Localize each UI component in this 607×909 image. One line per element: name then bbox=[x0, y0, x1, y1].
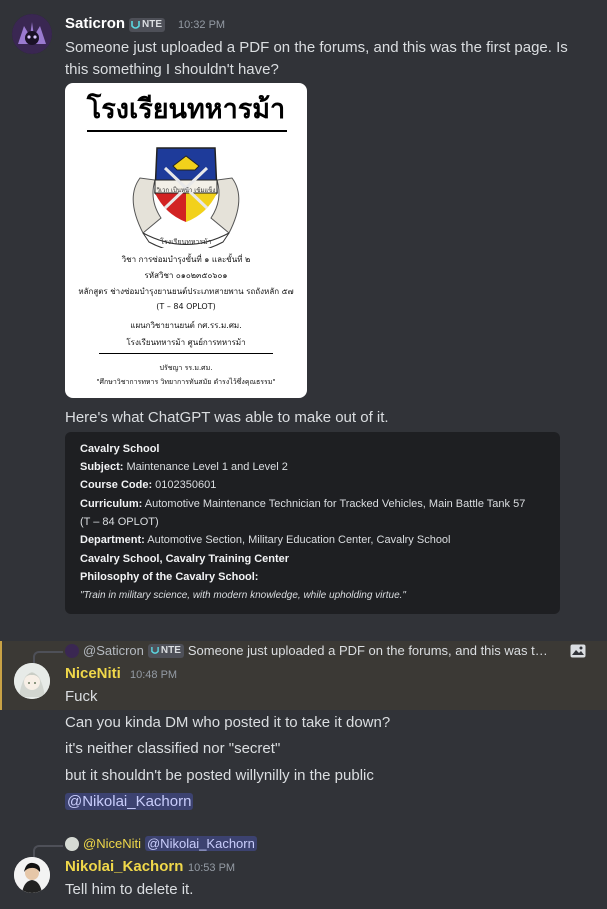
code-line: "Train in military science, with modern … bbox=[80, 590, 406, 601]
code-line-bold: Cavalry School bbox=[80, 443, 160, 455]
doc-line: แผนกวิชายานยนต์ กศ.รร.ม.ศม. bbox=[130, 321, 242, 330]
timestamp[interactable]: 10:32 PM bbox=[178, 19, 225, 31]
avatar-nikolai[interactable] bbox=[14, 857, 50, 893]
author-name[interactable]: Saticron bbox=[65, 15, 125, 32]
image-icon bbox=[570, 644, 586, 658]
message-line: it's neither classified nor "secret" bbox=[65, 740, 281, 757]
doc-line: วิชา การซ่อมบำรุงขั้นที่ ๑ และขั้นที่ ๒ bbox=[121, 255, 251, 264]
code-line: Department: Automotive Section, Military… bbox=[80, 534, 451, 546]
reply-badge: NTE bbox=[147, 643, 184, 658]
doc-title: โรงเรียนทหารม้า bbox=[86, 94, 286, 125]
user-mention[interactable]: @Nikolai_Kachorn bbox=[65, 793, 194, 810]
doc-line: "ศึกษาวิชาการทหาร วิทยาการทันสมัย ดำรงไว… bbox=[96, 378, 276, 386]
badge-label: NTE bbox=[142, 19, 162, 30]
doc-line: ปรัชญา รร.ม.ศม. bbox=[159, 364, 213, 372]
code-line: Course Code: 0102350601 bbox=[80, 479, 216, 491]
message-line: @Nikolai_Kachorn bbox=[65, 791, 194, 813]
code-line-text: (T – 84 OPLOT) bbox=[80, 516, 159, 528]
timestamp[interactable]: 10:53 PM bbox=[188, 862, 235, 874]
tag-icon bbox=[151, 646, 159, 654]
reply-avatar bbox=[65, 836, 79, 851]
code-block[interactable]: Cavalry School Subject: Maintenance Leve… bbox=[65, 432, 560, 614]
reply-author[interactable]: @Saticron bbox=[83, 643, 144, 658]
code-line: (T – 84 OPLOT) bbox=[80, 516, 159, 528]
avatar-niceniti[interactable] bbox=[14, 663, 50, 699]
code-line-bold: Curriculum: bbox=[80, 498, 143, 510]
doc-line: (T – 84 OPLOT) bbox=[156, 302, 216, 311]
doc-rule bbox=[99, 353, 273, 354]
reply-spine bbox=[33, 845, 63, 857]
server-tag-badge[interactable]: NTE bbox=[129, 18, 165, 32]
code-line-text: Maintenance Level 1 and Level 2 bbox=[123, 461, 288, 473]
message-line: but it shouldn't be posted willynilly in… bbox=[65, 767, 374, 784]
code-line: Cavalry School bbox=[80, 443, 159, 455]
reply-spine bbox=[33, 651, 63, 663]
doc-rule bbox=[87, 130, 287, 132]
code-line-bold: Course Code: bbox=[80, 479, 153, 491]
code-line-bold: Department: bbox=[80, 534, 145, 546]
message-line: this something I shouldn't have? bbox=[65, 61, 279, 78]
code-line-bold: Cavalry School, Cavalry Training Center bbox=[80, 553, 290, 565]
code-line: Subject: Maintenance Level 1 and Level 2 bbox=[80, 461, 288, 473]
code-line: Cavalry School, Cavalry Training Center bbox=[80, 553, 289, 565]
message-line: Tell him to delete it. bbox=[65, 881, 194, 898]
reply-reference[interactable]: @NiceNiti @Nikolai_Kachorn bbox=[65, 836, 257, 851]
emblem-caption: โรงเรียนทหารม้า bbox=[160, 238, 212, 246]
doc-line: หลักสูตร ช่างซ่อมบำรุงยานยนต์ประเภทสายพา… bbox=[78, 287, 294, 296]
tag-icon bbox=[131, 21, 140, 29]
avatar-image bbox=[14, 663, 50, 699]
doc-line: โรงเรียนทหารม้า ศูนย์การทหารม้า bbox=[126, 338, 246, 347]
timestamp[interactable]: 10:48 PM bbox=[130, 669, 177, 681]
avatar-image bbox=[14, 857, 50, 893]
message-line: Here's what ChatGPT was able to make out… bbox=[65, 409, 389, 426]
code-line-text: Automotive Section, Military Education C… bbox=[144, 534, 451, 546]
reply-preview[interactable]: Someone just uploaded a PDF on the forum… bbox=[188, 643, 548, 658]
reply-avatar bbox=[65, 643, 79, 658]
code-line-text: "Train in military science, with modern … bbox=[80, 590, 406, 601]
mention-highlight-edge bbox=[0, 641, 2, 710]
code-line-bold: Subject: bbox=[80, 461, 124, 473]
message-line: Fuck bbox=[65, 688, 98, 705]
code-line: Philosophy of the Cavalry School: bbox=[80, 571, 258, 583]
reply-mention[interactable]: @Nikolai_Kachorn bbox=[144, 836, 257, 851]
attachment-image[interactable]: โรงเรียนทหารม้า วิเวก เป็นหน้า เข้มแข็ง … bbox=[65, 83, 307, 398]
author-name[interactable]: NiceNiti bbox=[65, 665, 121, 682]
code-line-bold: Philosophy of the Cavalry School: bbox=[80, 571, 259, 583]
reply-reference[interactable]: @Saticron NTE Someone just uploaded a PD… bbox=[65, 643, 548, 658]
message-line: Someone just uploaded a PDF on the forum… bbox=[65, 39, 568, 56]
code-line-text: 0102350601 bbox=[152, 479, 217, 491]
reply-badge-label: NTE bbox=[160, 644, 181, 656]
emblem-motto: วิเวก เป็นหน้า เข้มแข็ง bbox=[156, 187, 216, 194]
avatar-image bbox=[12, 14, 52, 54]
doc-line: รหัสวิชา ๐๑๐๒๓๕๐๖๐๑ bbox=[144, 271, 228, 280]
avatar-saticron[interactable] bbox=[12, 14, 52, 54]
code-line-text: Automotive Maintenance Technician for Tr… bbox=[142, 498, 526, 510]
reply-author[interactable]: @NiceNiti bbox=[83, 836, 141, 851]
message-line: Can you kinda DM who posted it to take i… bbox=[65, 714, 391, 731]
author-name[interactable]: Nikolai_Kachorn bbox=[65, 858, 183, 875]
code-line: Curriculum: Automotive Maintenance Techn… bbox=[80, 498, 525, 510]
